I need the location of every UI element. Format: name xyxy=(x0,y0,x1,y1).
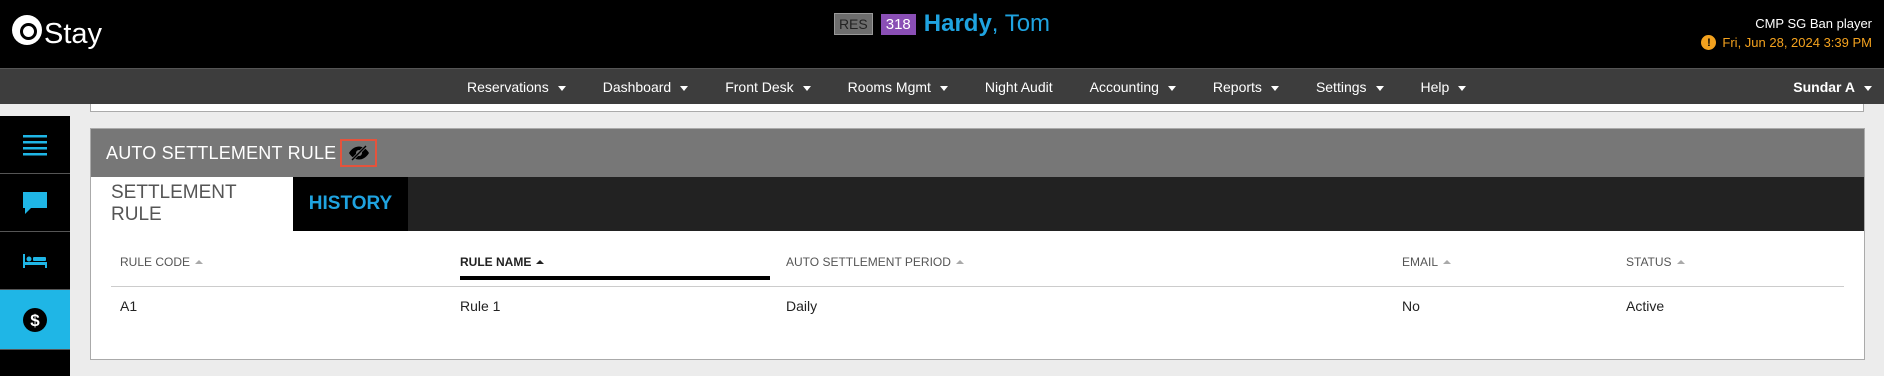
bed-icon xyxy=(23,253,47,268)
tab-label: HISTORY xyxy=(308,193,393,214)
nav-accounting[interactable]: Accounting xyxy=(1090,79,1176,95)
svg-text:$: $ xyxy=(30,311,40,330)
warning-icon: ! xyxy=(1701,35,1717,50)
top-header: Stay RES 318 Hardy, Tom CMP SG Ban playe… xyxy=(0,0,1884,68)
column-header-label: AUTO SETTLEMENT PERIOD xyxy=(786,255,951,269)
user-menu[interactable]: Sundar A xyxy=(1793,69,1872,105)
cell-email: No xyxy=(1402,298,1420,314)
property-name[interactable]: CMP SG Ban player xyxy=(1701,16,1872,31)
nav-menu: Reservations Dashboard Front Desk Rooms … xyxy=(467,69,1503,105)
caret-down-icon xyxy=(939,85,948,91)
column-header-rule-code[interactable]: RULE CODE xyxy=(120,255,204,269)
chat-icon xyxy=(23,191,47,214)
business-datetime: ! Fri, Jun 28, 2024 3:39 PM xyxy=(1701,35,1872,50)
nav-label: Accounting xyxy=(1089,79,1159,95)
panel-header: AUTO SETTLEMENT RULE xyxy=(91,129,1864,177)
table-header: RULE CODE RULE NAME AUTO SETTLEMENT PERI… xyxy=(111,231,1844,287)
left-sidebar: $ xyxy=(0,116,70,376)
tab-settlement-rule[interactable]: SETTLEMENT RULE xyxy=(91,177,293,231)
caret-down-icon xyxy=(1864,85,1872,91)
nav-label: Help xyxy=(1420,79,1450,95)
eye-slash-icon xyxy=(348,145,369,161)
nav-label: Settings xyxy=(1315,79,1367,95)
tab-label: SETTLEMENT RULE xyxy=(111,182,237,225)
settlement-rules-table: RULE CODE RULE NAME AUTO SETTLEMENT PERI… xyxy=(111,231,1844,327)
nav-label: Rooms Mgmt xyxy=(847,79,931,95)
nav-dashboard[interactable]: Dashboard xyxy=(603,79,689,95)
panel-tabs: SETTLEMENT RULE HISTORY xyxy=(91,177,1864,231)
nav-rooms-mgmt[interactable]: Rooms Mgmt xyxy=(848,79,948,95)
reservation-badge: RES xyxy=(833,13,873,35)
nav-reports[interactable]: Reports xyxy=(1213,79,1279,95)
cell-rule-code: A1 xyxy=(120,298,138,314)
sidebar-item-accounting[interactable]: $ xyxy=(0,290,70,350)
column-header-email[interactable]: EMAIL xyxy=(1402,255,1452,269)
nav-label: Dashboard xyxy=(602,79,672,95)
room-number-badge: 318 xyxy=(880,13,916,35)
column-header-status[interactable]: STATUS xyxy=(1626,255,1685,269)
guest-name[interactable]: Hardy, Tom xyxy=(924,10,1050,38)
column-header-rule-name[interactable]: RULE NAME xyxy=(460,255,545,269)
sidebar-item-messages[interactable] xyxy=(0,174,70,232)
nav-label: Front Desk xyxy=(725,79,794,95)
caret-down-icon xyxy=(1167,85,1176,91)
user-name: Sundar A xyxy=(1793,79,1855,95)
nav-night-audit[interactable]: Night Audit xyxy=(985,79,1053,95)
caret-down-icon xyxy=(1458,85,1467,91)
nav-reservations[interactable]: Reservations xyxy=(467,79,566,95)
main-nav: Reservations Dashboard Front Desk Rooms … xyxy=(0,68,1884,104)
nav-label: Reservations xyxy=(467,79,549,95)
caret-down-icon xyxy=(680,85,689,91)
caret-down-icon xyxy=(1375,85,1384,91)
panel-title: AUTO SETTLEMENT RULE xyxy=(106,142,337,163)
datetime-text: Fri, Jun 28, 2024 3:39 PM xyxy=(1722,35,1872,50)
sidebar-item-rooms[interactable] xyxy=(0,232,70,290)
tab-history[interactable]: HISTORY xyxy=(293,177,408,231)
sort-icon xyxy=(955,260,964,264)
guest-first-name: , Tom xyxy=(991,10,1051,37)
nav-label: Reports xyxy=(1212,79,1262,95)
column-header-period[interactable]: AUTO SETTLEMENT PERIOD xyxy=(786,255,964,269)
sorted-column-indicator xyxy=(460,276,770,280)
guest-summary: RES 318 Hardy, Tom xyxy=(0,10,1884,38)
column-header-label: RULE NAME xyxy=(460,255,532,269)
visibility-toggle-button[interactable] xyxy=(340,139,378,167)
nav-label: Night Audit xyxy=(984,79,1053,95)
cell-status: Active xyxy=(1626,298,1665,314)
menu-list-icon xyxy=(23,134,47,155)
caret-down-icon xyxy=(1270,85,1279,91)
cell-rule-name: Rule 1 xyxy=(460,298,501,314)
sort-ascending-icon xyxy=(536,260,545,264)
sort-icon xyxy=(1443,260,1452,264)
previous-panel-edge xyxy=(90,104,1864,112)
column-header-label: EMAIL xyxy=(1402,255,1439,269)
auto-settlement-panel: AUTO SETTLEMENT RULE SETTLEMENT RULE HIS… xyxy=(90,128,1865,360)
header-right: CMP SG Ban player ! Fri, Jun 28, 2024 3:… xyxy=(1701,16,1872,50)
caret-down-icon xyxy=(802,85,811,91)
sort-icon xyxy=(195,260,204,264)
caret-down-icon xyxy=(557,85,566,91)
nav-front-desk[interactable]: Front Desk xyxy=(725,79,811,95)
dollar-icon: $ xyxy=(23,307,47,332)
sort-icon xyxy=(1676,260,1685,264)
cell-period: Daily xyxy=(786,298,818,314)
column-header-label: RULE CODE xyxy=(120,255,191,269)
nav-help[interactable]: Help xyxy=(1421,79,1467,95)
column-header-label: STATUS xyxy=(1626,255,1672,269)
guest-last-name: Hardy xyxy=(923,10,992,37)
sidebar-item-menu[interactable] xyxy=(0,116,70,174)
table-row[interactable]: A1 Rule 1 Daily No Active xyxy=(111,287,1844,327)
nav-settings[interactable]: Settings xyxy=(1316,79,1384,95)
